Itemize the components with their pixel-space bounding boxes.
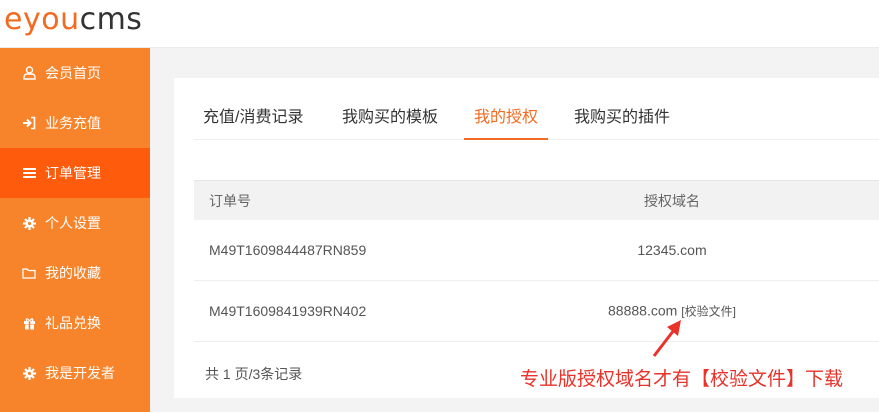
logo-part-cms: cms [79,2,143,37]
sidebar-item-label: 我是开发者 [45,365,115,381]
sidebar-item-label: 我的收藏 [45,265,101,281]
table-row: M49T1609841939RN402 88888.com [校验文件] [194,281,879,342]
user-icon [22,66,36,80]
header: eyoucms [0,0,879,48]
sign-in-icon [22,116,36,130]
logo-part-eyou: eyou [4,2,80,37]
tab-recharge-records[interactable]: 充值/消费记录 [203,98,303,140]
order-number: M49T1609841939RN402 [209,303,367,319]
content-panel: 充值/消费记录 我购买的模板 我的授权 我购买的插件 订单号 授权域名 M49T… [174,78,879,398]
folder-icon [22,266,36,280]
sidebar-item-developer[interactable]: 我是开发者 [0,348,150,398]
gift-icon [22,316,36,330]
gear-icon [22,216,36,230]
tab-bar: 充值/消费记录 我购买的模板 我的授权 我购买的插件 [194,98,879,140]
header-order-no: 订单号 [209,192,251,209]
order-number: M49T1609844487RN859 [209,242,367,258]
sidebar-item-label: 个人设置 [45,215,101,231]
tab-my-licenses[interactable]: 我的授权 [464,98,549,140]
gear-icon [22,366,36,380]
license-table: 订单号 授权域名 M49T1609844487RN859 12345.com M… [194,180,879,342]
tab-purchased-templates[interactable]: 我购买的模板 [342,98,438,140]
license-domain: 12345.com [637,242,707,258]
header-domain: 授权域名 [644,192,700,209]
license-domain-cell: 88888.com [校验文件] [608,303,736,320]
sidebar-item-label: 业务充值 [45,115,101,131]
annotation-text: 专业版授权域名才有【校验文件】下载 [520,369,844,390]
pagination-summary: 共 1 页/3条记录 [205,366,303,382]
sidebar-item-favorites[interactable]: 我的收藏 [0,248,150,298]
verify-file-link[interactable]: [校验文件] [681,305,736,319]
sidebar: 会员首页 业务充值 订单管理 个人设置 我的收藏 礼品兑换 我是开发者 [0,48,150,412]
license-domain: 88888.com [608,302,678,319]
sidebar-item-recharge[interactable]: 业务充值 [0,98,150,148]
tab-purchased-plugins[interactable]: 我购买的插件 [574,98,670,140]
sidebar-item-label: 会员首页 [45,65,101,81]
logo[interactable]: eyoucms [4,2,142,38]
sidebar-item-member-home[interactable]: 会员首页 [0,48,150,98]
sidebar-item-label: 订单管理 [45,165,101,181]
annotation-arrow-icon [652,320,681,357]
sidebar-item-settings[interactable]: 个人设置 [0,198,150,248]
sidebar-item-gifts[interactable]: 礼品兑换 [0,298,150,348]
list-icon [22,166,36,180]
table-row: M49T1609844487RN859 12345.com [194,220,879,281]
sidebar-item-label: 礼品兑换 [45,315,101,331]
sidebar-item-orders[interactable]: 订单管理 [0,148,150,198]
table-header: 订单号 授权域名 [194,180,879,220]
